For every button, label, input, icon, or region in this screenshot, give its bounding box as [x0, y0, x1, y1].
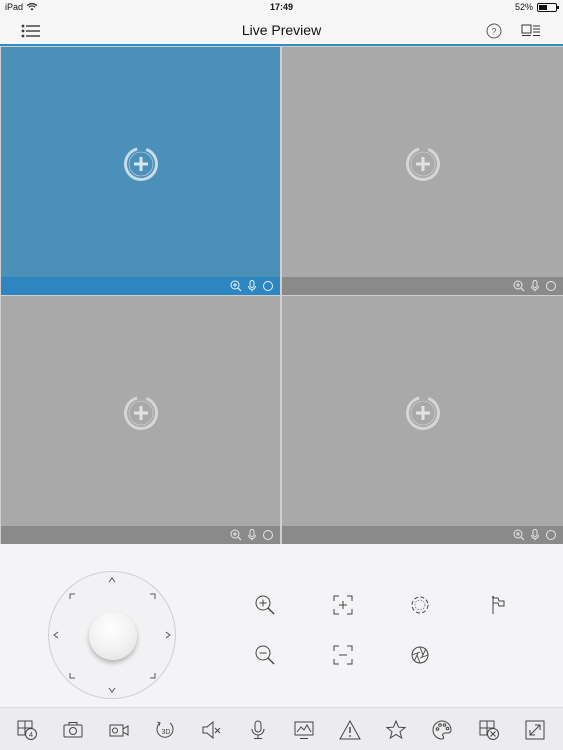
record-video-icon[interactable]	[108, 719, 130, 741]
zoom-out-icon[interactable]	[253, 643, 277, 667]
battery-icon	[537, 2, 559, 12]
status-right: 52%	[514, 2, 559, 12]
record-icon[interactable]	[545, 280, 557, 292]
close-all-icon[interactable]	[478, 719, 500, 741]
pan-up-left-arrow-icon[interactable]	[66, 590, 78, 602]
pan-left-arrow-icon[interactable]	[50, 629, 62, 641]
device-list-icon[interactable]	[520, 21, 542, 41]
page-title: Live Preview	[241, 22, 322, 38]
microphone-icon[interactable]	[529, 280, 541, 292]
iris-open-icon[interactable]	[408, 593, 432, 617]
video-window-1[interactable]	[1, 47, 280, 295]
zoom-icon[interactable]	[513, 280, 525, 292]
capture-icon[interactable]	[62, 719, 84, 741]
split-count: 4	[29, 730, 33, 739]
pan-down-left-arrow-icon[interactable]	[66, 669, 78, 681]
app: iPad 17:49 52% Live Preview ? 4 3D	[0, 0, 563, 750]
favorite-icon[interactable]	[385, 719, 407, 741]
ptz-control-panel	[0, 562, 563, 707]
add-camera-icon[interactable]	[404, 394, 442, 432]
svg-text:?: ?	[491, 27, 496, 37]
focus-near-icon[interactable]	[331, 593, 355, 617]
pan-down-right-arrow-icon[interactable]	[146, 669, 158, 681]
iris-close-icon[interactable]	[408, 643, 432, 667]
microphone-icon[interactable]	[529, 529, 541, 541]
add-camera-icon[interactable]	[122, 145, 160, 183]
video-grid	[0, 46, 563, 544]
zoom-icon[interactable]	[230, 529, 242, 541]
zoom-in-icon[interactable]	[253, 593, 277, 617]
preset-flag-icon[interactable]	[486, 593, 510, 617]
zoom-icon[interactable]	[230, 280, 242, 292]
image-quality-icon[interactable]	[293, 719, 315, 741]
window-split-icon[interactable]: 4	[16, 719, 38, 741]
pan-right-arrow-icon[interactable]	[162, 629, 174, 641]
bottom-toolbar: 4 3D	[0, 707, 563, 750]
focus-far-icon[interactable]	[331, 643, 355, 667]
battery-fill	[539, 4, 547, 10]
microphone-icon[interactable]	[246, 529, 258, 541]
status-time: 17:49	[269, 2, 294, 12]
palette-icon[interactable]	[431, 719, 453, 741]
record-icon[interactable]	[545, 529, 557, 541]
fullscreen-icon[interactable]	[524, 719, 546, 741]
microphone-icon[interactable]	[246, 280, 258, 292]
talk-icon[interactable]	[247, 719, 269, 741]
ptz-joystick[interactable]	[48, 571, 176, 699]
pan-up-right-arrow-icon[interactable]	[146, 590, 158, 602]
add-camera-icon[interactable]	[122, 394, 160, 432]
3d-rotate-icon[interactable]: 3D	[154, 719, 176, 741]
svg-text:3D: 3D	[162, 729, 171, 736]
video-window-3[interactable]	[1, 296, 280, 544]
window-toolbar	[1, 526, 280, 544]
video-window-4[interactable]	[282, 296, 563, 544]
pan-up-arrow-icon[interactable]	[106, 574, 118, 586]
help-icon[interactable]: ?	[483, 21, 505, 41]
nav-bar: Live Preview ?	[0, 15, 563, 46]
window-toolbar	[1, 277, 280, 295]
record-icon[interactable]	[262, 529, 274, 541]
record-icon[interactable]	[262, 280, 274, 292]
window-toolbar	[282, 277, 563, 295]
alarm-icon[interactable]	[339, 719, 361, 741]
window-toolbar	[282, 526, 563, 544]
joystick-knob[interactable]	[89, 612, 137, 660]
zoom-icon[interactable]	[513, 529, 525, 541]
pan-down-arrow-icon[interactable]	[106, 684, 118, 696]
add-camera-icon[interactable]	[404, 145, 442, 183]
battery-percent: 52%	[514, 2, 533, 12]
video-window-2[interactable]	[282, 47, 563, 295]
status-bar: iPad 17:49 52%	[0, 0, 563, 15]
audio-mute-icon[interactable]	[200, 719, 222, 741]
